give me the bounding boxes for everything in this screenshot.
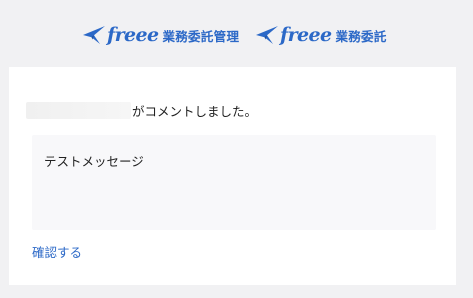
freee-bird-icon — [255, 23, 279, 47]
freee-gyomu-itaku-logo: freee 業務委託 — [255, 20, 387, 50]
notification-card: がコメントしました。 テストメッセージ 確認する — [9, 67, 456, 285]
freee-wordmark: freee — [107, 24, 159, 46]
email-header: freee 業務委託管理 freee 業務委託 — [0, 0, 473, 66]
comment-notice-text: がコメントしました。 — [132, 103, 258, 119]
product-name: 業務委託 — [335, 28, 387, 44]
freee-bird-icon — [82, 23, 106, 47]
comment-message-box: テストメッセージ — [32, 135, 436, 230]
confirm-link[interactable]: 確認する — [32, 242, 82, 261]
product-name: 業務委託管理 — [162, 28, 240, 44]
commenter-name-redacted — [26, 101, 131, 119]
freee-wordmark: freee — [280, 24, 332, 46]
freee-gyomu-itaku-kanri-logo: freee 業務委託管理 — [82, 20, 239, 50]
comment-notice-line: がコメントしました。 — [26, 101, 257, 119]
comment-message-text: テストメッセージ — [44, 154, 144, 169]
